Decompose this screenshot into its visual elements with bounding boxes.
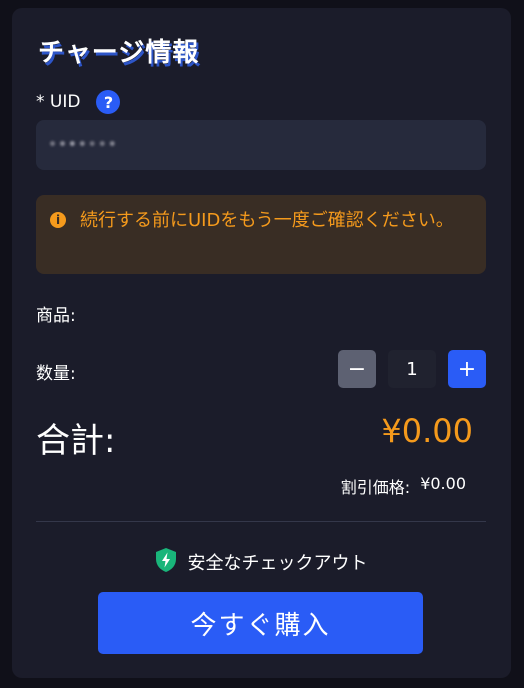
info-icon: i: [50, 212, 66, 228]
secure-checkout: 安全なチェックアウト: [12, 548, 511, 576]
total-label: 合計:: [36, 421, 116, 461]
uid-value: •••••••: [48, 137, 118, 153]
uid-label-row: * UID ?: [36, 90, 121, 114]
quantity-stepper: − 1 +: [338, 350, 486, 388]
uid-label: * UID: [36, 92, 81, 112]
checkout-panel: チャージ情報 * UID ? ••••••• i 続行する前にUIDをもう一度ご…: [12, 8, 511, 678]
shield-lightning-icon: [155, 548, 176, 576]
discount-label: 割引価格:: [340, 478, 411, 497]
product-label: 商品:: [36, 306, 76, 326]
quantity-label: 数量:: [36, 364, 76, 384]
quantity-decrease-button[interactable]: −: [338, 350, 376, 388]
buy-now-button[interactable]: 今すぐ購入: [98, 592, 423, 654]
quantity-value[interactable]: 1: [388, 350, 436, 388]
quantity-increase-button[interactable]: +: [448, 350, 486, 388]
discount-value: ¥0.00: [420, 474, 466, 493]
divider: [36, 521, 486, 522]
page-title: チャージ情報: [38, 38, 200, 68]
total-value: ¥0.00: [381, 412, 473, 450]
help-icon[interactable]: ?: [96, 90, 121, 114]
uid-input[interactable]: •••••••: [36, 120, 486, 170]
secure-checkout-text: 安全なチェックアウト: [187, 553, 368, 574]
uid-confirm-notice: i 続行する前にUIDをもう一度ご確認ください。: [36, 195, 486, 274]
notice-text: 続行する前にUIDをもう一度ご確認ください。: [80, 210, 454, 231]
discount-row: 割引価格: ¥0.00: [341, 474, 466, 498]
